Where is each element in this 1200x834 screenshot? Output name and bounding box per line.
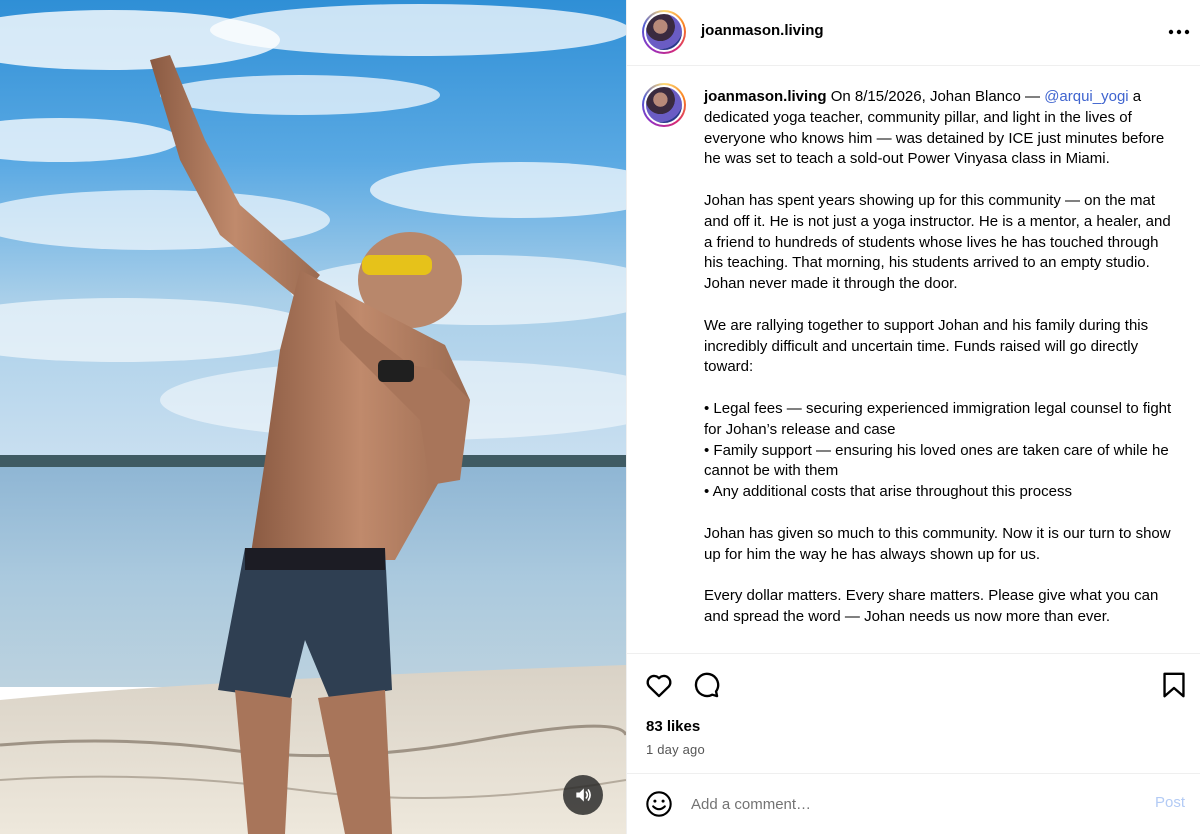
caption-area[interactable]: joanmason.living On 8/15/2026, Johan Bla… bbox=[627, 67, 1200, 652]
post-comment-button[interactable]: Post bbox=[1155, 794, 1185, 811]
author-avatar[interactable] bbox=[642, 10, 686, 54]
mention-link[interactable]: @arqui_yogi bbox=[1044, 88, 1128, 105]
post-photo bbox=[0, 0, 626, 834]
post-details-panel: joanmason.living joanmason.living On 8/1… bbox=[626, 0, 1200, 834]
comment-bar: Post bbox=[627, 773, 1200, 834]
speaker-icon bbox=[576, 788, 591, 802]
post-actions: 83 likes 1 day ago bbox=[627, 653, 1200, 773]
caption-bullet: • Any additional costs that arise throug… bbox=[704, 483, 1072, 501]
caption-text: On 8/15/2026, Johan Blanco — bbox=[826, 88, 1045, 105]
caption-paragraph: We are rallying together to support Joha… bbox=[704, 316, 1149, 376]
comment-input[interactable] bbox=[691, 792, 1121, 816]
sound-toggle-button[interactable] bbox=[563, 775, 603, 815]
caption-paragraph: Johan has given so much to this communit… bbox=[704, 524, 1171, 563]
comment-icon[interactable] bbox=[691, 670, 721, 700]
caption-paragraph: Johan has spent years showing up for thi… bbox=[704, 191, 1171, 293]
caption-username[interactable]: joanmason.living bbox=[704, 88, 827, 105]
more-options-icon[interactable] bbox=[1167, 20, 1191, 44]
post-caption: joanmason.living On 8/15/2026, Johan Bla… bbox=[704, 87, 1174, 649]
post-timestamp[interactable]: 1 day ago bbox=[646, 742, 705, 757]
emoji-icon[interactable] bbox=[645, 790, 673, 818]
post-media[interactable] bbox=[0, 0, 626, 834]
heart-icon[interactable] bbox=[644, 670, 674, 700]
likes-count[interactable]: 83 likes bbox=[646, 718, 700, 735]
caption-paragraph: Every dollar matters. Every share matter… bbox=[704, 587, 1159, 625]
post-header: joanmason.living bbox=[627, 0, 1200, 66]
caption-author-avatar[interactable] bbox=[642, 83, 686, 127]
author-username[interactable]: joanmason.living bbox=[701, 22, 824, 39]
caption-bullet: • Legal fees — securing experienced immi… bbox=[704, 399, 1172, 438]
caption-bullet: • Family support — ensuring his loved on… bbox=[704, 441, 1169, 480]
bookmark-icon[interactable] bbox=[1159, 670, 1189, 700]
